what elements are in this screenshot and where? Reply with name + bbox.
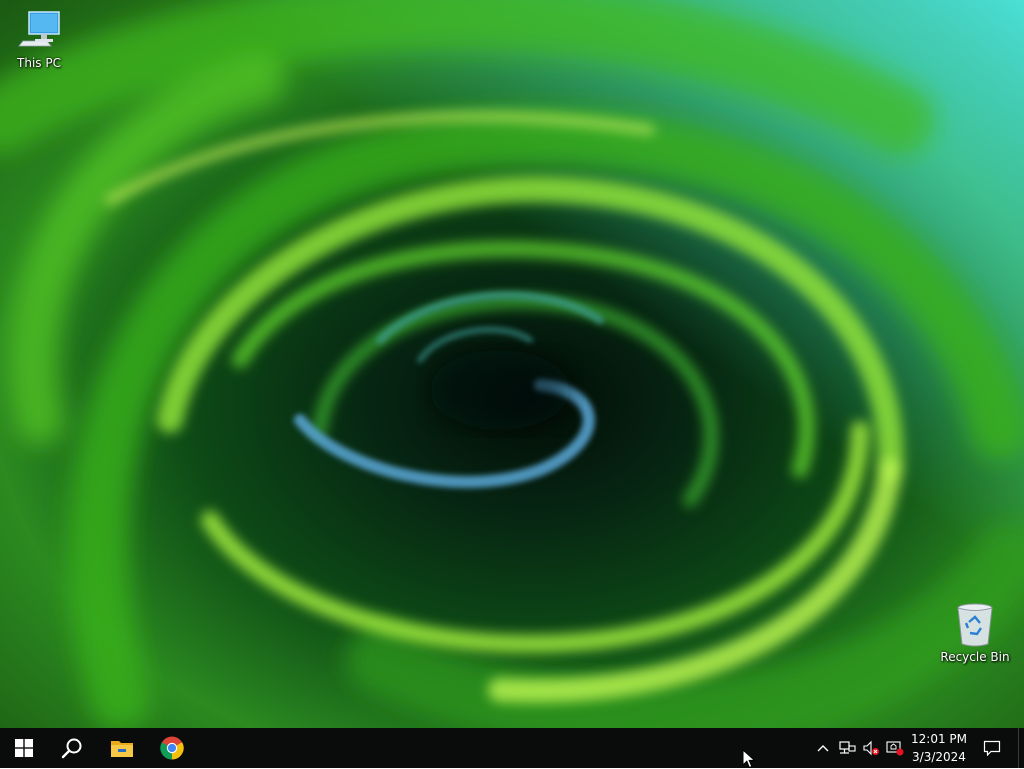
desktop[interactable]: This PC Recycle Bin: [0, 0, 1024, 728]
taskbar: 12:01 PM 3/3/2024: [0, 728, 1024, 768]
desktop-icon-recycle-bin[interactable]: Recycle Bin: [938, 600, 1012, 664]
file-explorer-button[interactable]: [98, 728, 146, 768]
wallpaper: [0, 0, 1024, 728]
this-pc-icon: [18, 11, 60, 47]
windows-logo-icon: [15, 739, 33, 757]
show-hidden-icons-button[interactable]: [812, 728, 834, 768]
chevron-up-icon: [817, 745, 829, 752]
volume-muted-icon: [863, 740, 879, 756]
chrome-button[interactable]: [148, 728, 196, 768]
desktop-icon-label: This PC: [17, 56, 61, 70]
desktop-icon-this-pc[interactable]: This PC: [2, 6, 76, 70]
chrome-icon: [160, 736, 184, 760]
security-tray-button[interactable]: [884, 728, 906, 768]
action-center-button[interactable]: [976, 728, 1008, 768]
folder-icon: [111, 741, 133, 757]
volume-tray-button[interactable]: [860, 728, 882, 768]
clock-time: 12:01 PM: [911, 732, 967, 746]
security-alert-icon: [886, 741, 904, 756]
notification-icon: [983, 740, 1001, 756]
taskbar-clock[interactable]: 12:01 PM 3/3/2024: [906, 728, 972, 768]
show-desktop-button[interactable]: [1018, 728, 1024, 768]
start-button[interactable]: [0, 728, 48, 768]
search-button[interactable]: [48, 728, 96, 768]
network-disconnected-icon: [839, 741, 856, 754]
desktop-icon-label: Recycle Bin: [940, 650, 1010, 664]
network-tray-button[interactable]: [836, 728, 858, 768]
clock-date: 3/3/2024: [912, 750, 966, 764]
recycle-bin-icon: [957, 603, 993, 647]
mouse-cursor-icon: [742, 749, 756, 769]
search-icon: [61, 738, 82, 759]
